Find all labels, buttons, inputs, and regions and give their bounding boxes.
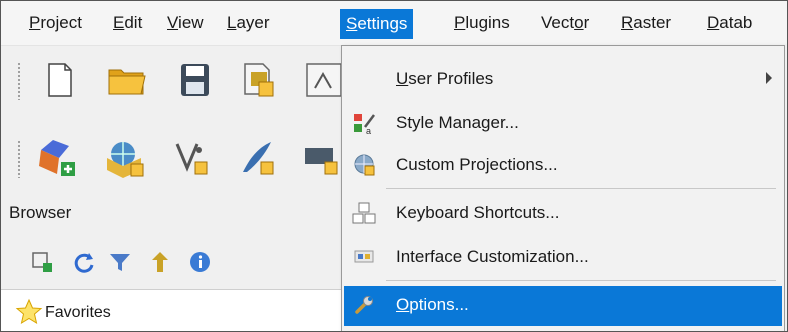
collapse-all-icon[interactable] <box>147 249 173 275</box>
star-icon <box>15 298 43 326</box>
project-toolbar <box>1 46 346 116</box>
add-wms-layer-icon[interactable] <box>299 136 343 180</box>
tree-item-favorites[interactable]: Favorites <box>45 304 111 322</box>
wrench-icon <box>352 293 376 317</box>
menu-item-user-profiles[interactable]: User Profiles <box>344 60 782 98</box>
menubar: Project Edit View Layer Settings Plugins… <box>1 1 787 46</box>
add-gpx-layer-icon[interactable] <box>235 136 279 180</box>
menu-layer[interactable]: Layer <box>221 9 276 37</box>
add-delimited-text-icon[interactable] <box>169 136 213 180</box>
toolbar-grip[interactable] <box>17 62 21 100</box>
refresh-icon[interactable] <box>71 249 97 275</box>
data-source-toolbar <box>1 124 346 194</box>
menu-edit[interactable]: Edit <box>107 9 148 37</box>
style-manager-icon: a <box>352 111 376 136</box>
toolbar-grip[interactable] <box>17 140 21 178</box>
submenu-arrow-icon <box>766 72 772 84</box>
browser-panel-title: Browser <box>9 203 72 222</box>
layout-manager-icon[interactable] <box>301 58 345 102</box>
menu-item-options[interactable]: Options... <box>344 286 782 326</box>
open-folder-icon[interactable] <box>105 58 149 102</box>
menu-settings[interactable]: Settings <box>340 9 414 39</box>
menu-vector[interactable]: Vector <box>535 9 595 37</box>
menu-item-custom-projections[interactable]: Custom Projections... <box>344 146 782 184</box>
settings-dropdown-menu: User Profiles a Style Manager... Custom … <box>341 45 785 331</box>
menu-database[interactable]: Datab <box>701 9 758 37</box>
browser-tree: Favorites <box>1 289 346 331</box>
menu-raster[interactable]: Raster <box>615 9 677 37</box>
save-icon[interactable] <box>173 58 217 102</box>
qgis-window: Project Edit View Layer Settings Plugins… <box>0 0 788 332</box>
menu-project[interactable]: Project <box>23 9 88 37</box>
add-raster-layer-icon[interactable] <box>103 136 147 180</box>
new-project-icon[interactable] <box>37 58 81 102</box>
menu-separator <box>386 188 776 189</box>
custom-projections-icon <box>352 153 376 177</box>
keyboard-shortcuts-icon <box>352 201 376 225</box>
add-vector-layer-icon[interactable] <box>35 136 79 180</box>
svg-text:a: a <box>366 126 371 135</box>
menu-separator <box>386 280 776 281</box>
interface-customization-icon <box>352 245 376 269</box>
browser-toolbar <box>1 241 346 281</box>
menu-item-interface-customization[interactable]: Interface Customization... <box>344 238 782 276</box>
new-print-layout-icon[interactable] <box>237 58 281 102</box>
menu-item-keyboard-shortcuts[interactable]: Keyboard Shortcuts... <box>344 194 782 232</box>
add-layer-icon[interactable] <box>29 249 55 275</box>
menu-plugins[interactable]: Plugins <box>448 9 516 37</box>
filter-icon[interactable] <box>107 249 133 275</box>
menu-item-style-manager[interactable]: a Style Manager... <box>344 104 782 142</box>
info-icon[interactable] <box>187 249 213 275</box>
menu-view[interactable]: View <box>161 9 210 37</box>
